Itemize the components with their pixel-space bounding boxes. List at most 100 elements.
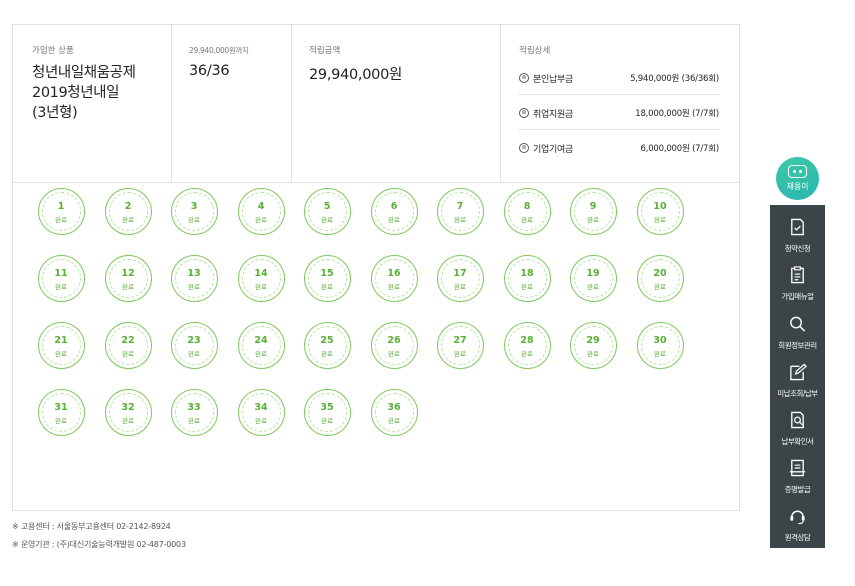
- certificate-icon: [789, 459, 806, 477]
- installment-circle: 14 완료: [238, 255, 285, 302]
- installment-status: 완료: [587, 216, 599, 224]
- installment-number: 5: [323, 201, 331, 212]
- product-column: 가입한 상품 청년내일채움공제 2019청년내일 (3년형): [13, 25, 172, 183]
- installment-status: 완료: [454, 283, 466, 291]
- installment-status: 완료: [521, 283, 533, 291]
- installment-number: 23: [187, 335, 201, 346]
- installment-status: 완료: [255, 283, 267, 291]
- detail-value: 6,000,000원 (7/7회): [640, 144, 719, 154]
- installment-circle: 18 완료: [504, 255, 551, 302]
- sidebar-item-certificate[interactable]: 증명발급: [770, 452, 825, 500]
- installment-status: 완료: [55, 216, 67, 224]
- installment-status: 완료: [321, 216, 333, 224]
- installment-number: 16: [387, 268, 401, 279]
- installment-circle: 5 완료: [304, 188, 351, 235]
- installment-number: 29: [586, 335, 600, 346]
- installment-status: 완료: [321, 417, 333, 425]
- installment-status: 완료: [122, 417, 134, 425]
- installment-status: 완료: [654, 283, 666, 291]
- sidebar-item-unpaid[interactable]: 미납조회/납부: [770, 356, 825, 404]
- installment-number: 22: [121, 335, 135, 346]
- sidebar-item-subscription[interactable]: 청약신청: [770, 211, 825, 259]
- installment-number: 14: [254, 268, 268, 279]
- installment-number: 2: [124, 201, 132, 212]
- installment-circle: 19 완료: [570, 255, 617, 302]
- installment-circle: 11 완료: [38, 255, 85, 302]
- sidebar-item-member-info[interactable]: 회원정보관리: [770, 308, 825, 356]
- progress-label: 29,940,000원까지: [189, 46, 249, 55]
- installment-number: 8: [523, 201, 531, 212]
- installment-circle: 22 완료: [105, 322, 152, 369]
- installment-circle: 26 완료: [371, 322, 418, 369]
- installment-number: 13: [187, 268, 201, 279]
- installment-number: 21: [54, 335, 68, 346]
- employment-center-info: ※ 고용센터 : 서울동부고용센터 02-2142-8924: [12, 522, 171, 531]
- installment-number: 10: [653, 201, 667, 212]
- details-column: 적립상세 ⊛ 본인납부금 5,940,000원 (36/36회) ⊛ 취업지원금…: [501, 25, 739, 183]
- installment-circle: 10 완료: [637, 188, 684, 235]
- installment-status: 완료: [188, 417, 200, 425]
- installment-number: 20: [653, 268, 667, 279]
- installment-number: 4: [257, 201, 265, 212]
- coin-icon: ⊛: [519, 108, 529, 118]
- sidebar-item-label: 증명발급: [784, 485, 811, 494]
- sidebar-item-label: 회원정보관리: [778, 341, 817, 350]
- sidebar-item-label: 납부확인서: [781, 437, 815, 446]
- installment-status: 완료: [388, 417, 400, 425]
- sidebar-item-label: 가입매뉴얼: [781, 292, 815, 301]
- coin-icon: ⊛: [519, 143, 529, 153]
- installment-number: 36: [387, 402, 401, 413]
- sidebar-item-payment-confirmation[interactable]: 납부확인서: [770, 404, 825, 452]
- installment-circle: 21 완료: [38, 322, 85, 369]
- progress-value: 36/36: [189, 63, 230, 79]
- installment-number: 12: [121, 268, 135, 279]
- detail-value: 5,940,000원 (36/36회): [630, 74, 719, 84]
- installment-circle: 25 완료: [304, 322, 351, 369]
- chatbot-button[interactable]: 채용이: [776, 157, 819, 200]
- installment-circle: 9 완료: [570, 188, 617, 235]
- installment-status: 완료: [55, 283, 67, 291]
- amount-column: 적립금액 29,940,000원: [292, 25, 501, 183]
- installment-number: 35: [320, 402, 334, 413]
- coin-icon: ⊛: [519, 73, 529, 83]
- installment-circle: 36 완료: [371, 389, 418, 436]
- installment-number: 26: [387, 335, 401, 346]
- installment-circle: 32 완료: [105, 389, 152, 436]
- installment-number: 27: [453, 335, 467, 346]
- search-icon: [790, 316, 806, 332]
- edit-icon: [790, 363, 807, 381]
- summary-section: 가입한 상품 청년내일채움공제 2019청년내일 (3년형) 29,940,00…: [13, 25, 739, 183]
- installment-status: 완료: [521, 350, 533, 358]
- sidebar-item-remote-consultation[interactable]: 원격상담: [770, 500, 825, 548]
- headset-icon: [790, 510, 805, 525]
- installment-status: 완료: [122, 350, 134, 358]
- installment-number: 30: [653, 335, 667, 346]
- installment-status: 완료: [255, 216, 267, 224]
- installment-number: 1: [57, 201, 65, 212]
- installment-number: 15: [320, 268, 334, 279]
- sidebar-item-label: 원격상담: [784, 533, 811, 542]
- installment-number: 7: [456, 201, 464, 212]
- installment-status: 완료: [388, 283, 400, 291]
- installment-circle: 31 완료: [38, 389, 85, 436]
- installment-status: 완료: [654, 350, 666, 358]
- installment-status: 완료: [55, 350, 67, 358]
- product-label: 가입한 상품: [32, 46, 74, 56]
- detail-name: 본인납부금: [533, 75, 573, 85]
- detail-name: 기업기여금: [533, 145, 573, 155]
- progress-column: 29,940,000원까지 36/36: [172, 25, 292, 183]
- detail-row: ⊛ 본인납부금 5,940,000원 (36/36회): [519, 61, 719, 95]
- sidebar-item-manual[interactable]: 가입매뉴얼: [770, 259, 825, 307]
- installment-status: 완료: [122, 216, 134, 224]
- detail-row: ⊛ 기업기여금 6,000,000원 (7/7회): [519, 131, 719, 165]
- installment-circle: 16 완료: [371, 255, 418, 302]
- installment-number: 25: [320, 335, 334, 346]
- installment-number: 9: [589, 201, 597, 212]
- detail-value: 18,000,000원 (7/7회): [635, 109, 719, 119]
- document-search-icon: [791, 411, 804, 429]
- installment-circle: 3 완료: [171, 188, 218, 235]
- details-label: 적립상세: [519, 46, 551, 56]
- chatbot-icon: [788, 165, 807, 178]
- installment-circle: 24 완료: [238, 322, 285, 369]
- installment-status: 완료: [255, 350, 267, 358]
